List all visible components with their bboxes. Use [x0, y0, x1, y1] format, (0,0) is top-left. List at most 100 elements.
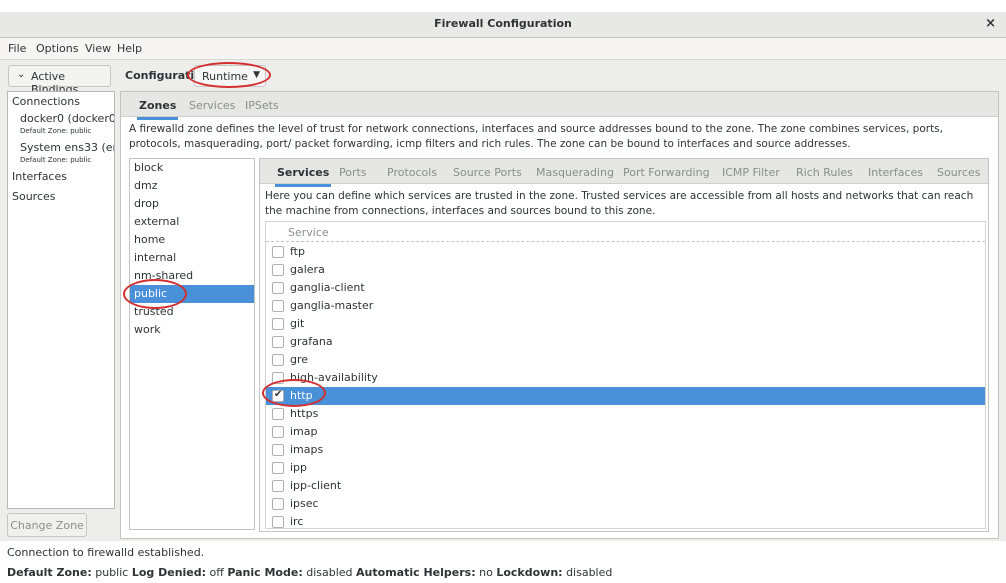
- outer-notebook: Zones Services IPSets A firewalld zone d…: [120, 91, 999, 539]
- services-column-header[interactable]: Service: [266, 222, 985, 242]
- service-name: imaps: [290, 443, 324, 456]
- service-name: git: [290, 317, 305, 330]
- connection-item-zone: Default Zone: public: [20, 127, 92, 135]
- tab-icmp-filter[interactable]: ICMP Filter: [722, 166, 780, 179]
- service-checkbox[interactable]: [272, 282, 284, 294]
- service-checkbox[interactable]: [272, 480, 284, 492]
- configuration-value: Runtime: [202, 70, 248, 83]
- service-row[interactable]: ganglia-master: [266, 297, 985, 315]
- dropdown-arrow-icon: ▼: [253, 70, 260, 80]
- service-row[interactable]: imaps: [266, 441, 985, 459]
- top-tabbar: Zones Services IPSets: [121, 92, 998, 120]
- tab-rich-rules[interactable]: Rich Rules: [796, 166, 853, 179]
- service-checkbox[interactable]: [272, 389, 284, 402]
- connections-header: Connections: [12, 95, 80, 108]
- service-row[interactable]: high-availability: [266, 369, 985, 387]
- service-row[interactable]: ganglia-client: [266, 279, 985, 297]
- status-value: public: [95, 566, 129, 579]
- menu-help[interactable]: Help: [117, 42, 142, 55]
- services-table: Service ftp galera ganglia-client ganglia-m…: [265, 221, 986, 529]
- tab-port-forwarding[interactable]: Port Forwarding: [623, 166, 710, 179]
- window-title: Firewall Configuration: [434, 17, 572, 30]
- service-checkbox[interactable]: [272, 516, 284, 528]
- service-checkbox[interactable]: [272, 462, 284, 474]
- zone-item-drop[interactable]: drop: [130, 195, 254, 213]
- service-row[interactable]: ipp: [266, 459, 985, 477]
- zone-item-work[interactable]: work: [130, 321, 254, 339]
- service-name: galera: [290, 263, 325, 276]
- connection-item-zone: Default Zone: public: [20, 156, 92, 164]
- service-row[interactable]: ipp-client: [266, 477, 985, 495]
- service-name: ganglia-master: [290, 299, 374, 312]
- zone-item-internal[interactable]: internal: [130, 249, 254, 267]
- tab-ports[interactable]: Ports: [339, 166, 367, 179]
- status-label: Panic Mode:: [227, 566, 303, 579]
- service-checkbox[interactable]: [272, 498, 284, 510]
- status-label: Lockdown:: [496, 566, 563, 579]
- interfaces-header[interactable]: Interfaces: [12, 170, 67, 183]
- zone-item-dmz[interactable]: dmz: [130, 177, 254, 195]
- tab-services[interactable]: Services: [189, 99, 235, 112]
- tab-masquerading[interactable]: Masquerading: [536, 166, 614, 179]
- status-summary: Default Zone: public Log Denied: off Pan…: [7, 566, 612, 579]
- service-checkbox[interactable]: [272, 318, 284, 330]
- connection-item-name[interactable]: System ens33 (ens33): [20, 141, 114, 154]
- bindings-panel: Connections docker0 (docker0) Default Zo…: [7, 91, 115, 509]
- sources-header[interactable]: Sources: [12, 190, 56, 203]
- change-zone-button[interactable]: Change Zone: [7, 513, 87, 537]
- zone-item-trusted[interactable]: trusted: [130, 303, 254, 321]
- service-checkbox[interactable]: [272, 354, 284, 366]
- zone-item-block[interactable]: block: [130, 159, 254, 177]
- service-name: http: [290, 389, 313, 402]
- main-area: ⌄ Active Bindings Configuration: Runtime…: [0, 59, 1006, 541]
- tab-zones[interactable]: Zones: [136, 99, 179, 120]
- service-checkbox[interactable]: [272, 408, 284, 420]
- service-row[interactable]: galera: [266, 261, 985, 279]
- tab-interfaces[interactable]: Interfaces: [868, 166, 923, 179]
- zone-item-home[interactable]: home: [130, 231, 254, 249]
- menu-view[interactable]: View: [85, 42, 111, 55]
- zone-item-external[interactable]: external: [130, 213, 254, 231]
- service-row[interactable]: http: [266, 387, 985, 405]
- tab-source-ports[interactable]: Source Ports: [453, 166, 522, 179]
- service-checkbox[interactable]: [272, 300, 284, 312]
- status-label: Log Denied:: [131, 566, 207, 579]
- service-checkbox[interactable]: [272, 444, 284, 456]
- tab-protocols[interactable]: Protocols: [387, 166, 437, 179]
- service-row[interactable]: ftp: [266, 243, 985, 261]
- service-row[interactable]: grafana: [266, 333, 985, 351]
- zone-item-nm-shared[interactable]: nm-shared: [130, 267, 254, 285]
- active-bindings-toggle[interactable]: ⌄ Active Bindings: [8, 65, 111, 96]
- service-checkbox[interactable]: [272, 246, 284, 258]
- service-row[interactable]: ipsec: [266, 495, 985, 513]
- menubar: File Options View Help: [0, 38, 1006, 59]
- service-name: irc: [290, 515, 304, 528]
- service-row[interactable]: imap: [266, 423, 985, 441]
- service-name: grafana: [290, 335, 333, 348]
- connection-item-name[interactable]: docker0 (docker0): [20, 112, 114, 125]
- service-name: high-availability: [290, 371, 378, 384]
- service-name: ipp: [290, 461, 308, 474]
- service-row[interactable]: irc: [266, 513, 985, 528]
- service-row[interactable]: gre: [266, 351, 985, 369]
- menu-options[interactable]: Options: [36, 42, 78, 55]
- tab-zone-services[interactable]: Services: [274, 166, 332, 187]
- zone-item-public[interactable]: public: [130, 285, 254, 303]
- service-row[interactable]: https: [266, 405, 985, 423]
- configuration-select[interactable]: Runtime ▼: [194, 65, 266, 87]
- close-icon[interactable]: ×: [985, 16, 996, 31]
- status-value: no: [479, 566, 493, 579]
- tab-ipsets[interactable]: IPSets: [245, 99, 279, 112]
- service-name: ipsec: [290, 497, 319, 510]
- tab-sources[interactable]: Sources: [937, 166, 981, 179]
- status-value: disabled: [566, 566, 613, 579]
- service-checkbox[interactable]: [272, 264, 284, 276]
- service-checkbox[interactable]: [272, 426, 284, 438]
- service-column-label: Service: [288, 226, 329, 239]
- menu-file[interactable]: File: [8, 42, 26, 55]
- zone-description: A firewalld zone defines the level of tr…: [129, 123, 943, 150]
- service-checkbox[interactable]: [272, 336, 284, 348]
- zone-list: block dmz drop external home internal nm…: [129, 158, 255, 530]
- service-row[interactable]: git: [266, 315, 985, 333]
- service-checkbox[interactable]: [272, 372, 284, 384]
